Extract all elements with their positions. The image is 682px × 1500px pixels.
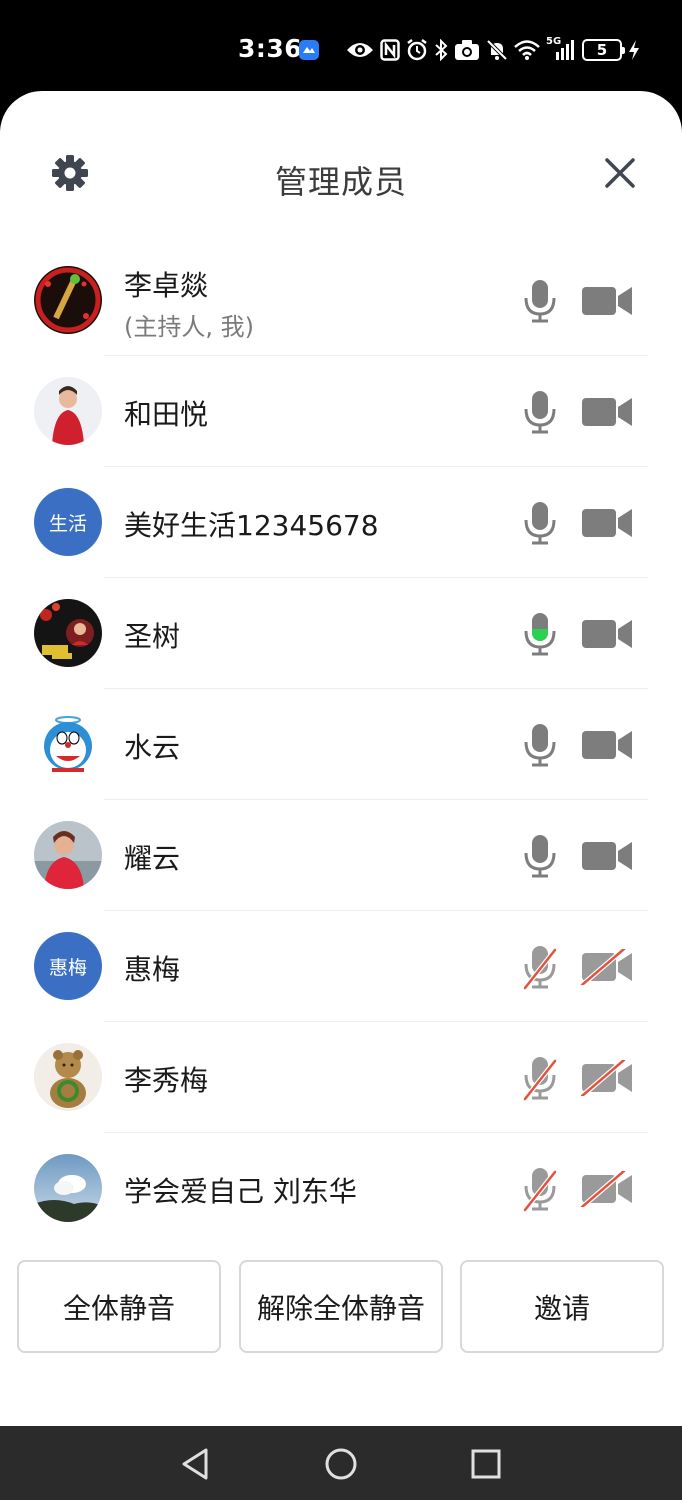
wifi-icon xyxy=(514,39,540,61)
bluetooth-icon xyxy=(434,39,448,61)
mute-notification-icon xyxy=(486,39,508,61)
app-notification-icon xyxy=(298,39,320,61)
member-role: (主持人, 我) xyxy=(124,313,254,341)
back-icon xyxy=(182,1448,208,1480)
member-name: 李秀梅 xyxy=(124,1064,209,1097)
member-camera-toggle[interactable] xyxy=(580,947,634,987)
member-avatar xyxy=(34,1043,102,1111)
close-button[interactable] xyxy=(602,155,638,191)
member-row[interactable]: 圣树 xyxy=(0,578,682,689)
member-row[interactable]: 李卓燚 (主持人, 我) xyxy=(0,245,682,356)
recents-icon xyxy=(471,1449,501,1479)
microphone-icon xyxy=(524,502,556,545)
member-avatar xyxy=(34,710,102,778)
status-bar: 3:36 5G 5 xyxy=(0,0,682,100)
member-name: 和田悦 xyxy=(124,398,209,431)
member-camera-toggle[interactable] xyxy=(580,394,634,430)
member-row[interactable]: 惠梅 惠梅 xyxy=(0,911,682,1022)
member-avatar xyxy=(34,821,102,889)
member-camera-toggle[interactable] xyxy=(580,505,634,541)
member-mic-toggle[interactable] xyxy=(522,500,558,546)
member-camera-toggle[interactable] xyxy=(580,1058,634,1098)
microphone-icon xyxy=(524,613,556,656)
status-time: 3:36 xyxy=(238,34,303,63)
video-camera-icon xyxy=(582,842,632,870)
member-mic-toggle[interactable] xyxy=(522,278,558,324)
video-off-icon xyxy=(580,1169,632,1209)
member-mic-toggle[interactable] xyxy=(522,722,558,768)
video-off-icon xyxy=(580,1058,632,1098)
battery-icon: 5 xyxy=(582,39,625,61)
member-name: 圣树 xyxy=(124,620,181,653)
recents-button[interactable] xyxy=(466,1444,506,1484)
page-title: 管理成员 xyxy=(274,163,407,201)
member-mic-toggle[interactable] xyxy=(522,611,558,657)
member-name: 耀云 xyxy=(124,842,181,875)
invite-button[interactable]: 邀请 xyxy=(460,1260,664,1353)
video-camera-icon xyxy=(582,509,632,537)
sheet-header: 管理成员 xyxy=(0,91,682,241)
member-mic-toggle[interactable] xyxy=(522,389,558,435)
member-avatar: 惠梅 xyxy=(34,932,102,1000)
microphone-icon xyxy=(524,835,556,878)
member-avatar: 生活 xyxy=(34,488,102,556)
video-camera-icon xyxy=(582,731,632,759)
home-icon xyxy=(325,1448,357,1480)
close-icon xyxy=(605,158,635,188)
member-mic-toggle[interactable] xyxy=(522,1166,558,1212)
video-camera-icon xyxy=(582,398,632,426)
member-row[interactable]: 李秀梅 xyxy=(0,1022,682,1133)
member-name: 惠梅 xyxy=(124,953,181,986)
member-camera-toggle[interactable] xyxy=(580,283,634,319)
microphone-off-icon xyxy=(523,1057,557,1101)
member-mic-toggle[interactable] xyxy=(522,944,558,990)
member-avatar xyxy=(34,266,102,334)
member-name: 水云 xyxy=(124,731,181,764)
mute-all-button[interactable]: 全体静音 xyxy=(17,1260,221,1353)
microphone-off-icon xyxy=(523,1168,557,1212)
member-name: 学会爱自己 刘东华 xyxy=(124,1175,357,1208)
navigation-bar xyxy=(0,1426,682,1500)
member-camera-toggle[interactable] xyxy=(580,616,634,652)
member-avatar xyxy=(34,1154,102,1222)
charging-icon xyxy=(628,39,640,61)
status-icons: 5G 5 xyxy=(298,36,640,64)
video-off-icon xyxy=(580,947,632,987)
member-row[interactable]: 生活 美好生活12345678 xyxy=(0,467,682,578)
back-button[interactable] xyxy=(176,1444,216,1484)
member-row[interactable]: 水云 xyxy=(0,689,682,800)
unmute-all-button[interactable]: 解除全体静音 xyxy=(239,1260,443,1353)
member-camera-toggle[interactable] xyxy=(580,838,634,874)
microphone-icon xyxy=(524,280,556,323)
home-button[interactable] xyxy=(321,1444,361,1484)
member-row[interactable]: 学会爱自己 刘东华 xyxy=(0,1133,682,1244)
member-name: 美好生活12345678 xyxy=(124,509,379,542)
avatar-text: 惠梅 xyxy=(48,956,87,979)
avatar-text: 生活 xyxy=(48,512,87,535)
member-name: 李卓燚 xyxy=(124,269,209,302)
video-camera-icon xyxy=(582,620,632,648)
microphone-off-icon xyxy=(523,946,557,990)
nfc-icon xyxy=(380,39,400,61)
alarm-icon xyxy=(406,39,428,61)
member-list: 李卓燚 (主持人, 我) 和田悦生活 美好生活12345678 圣树水云耀云惠梅 惠梅李秀… xyxy=(0,245,682,1244)
member-avatar xyxy=(34,599,102,667)
eye-comfort-icon xyxy=(346,40,374,60)
microphone-icon xyxy=(524,391,556,434)
member-row[interactable]: 和田悦 xyxy=(0,356,682,467)
member-avatar xyxy=(34,377,102,445)
manage-members-sheet: 管理成员 李卓燚 (主持人, 我) 和田悦生活 美好生活12345678 圣树水云耀云惠… xyxy=(0,91,682,1426)
camera-icon xyxy=(454,39,480,61)
member-mic-toggle[interactable] xyxy=(522,833,558,879)
signal-icon: 5G xyxy=(546,36,576,62)
member-camera-toggle[interactable] xyxy=(580,1169,634,1209)
member-mic-toggle[interactable] xyxy=(522,1055,558,1101)
video-camera-icon xyxy=(582,287,632,315)
member-camera-toggle[interactable] xyxy=(580,727,634,763)
member-row[interactable]: 耀云 xyxy=(0,800,682,911)
microphone-icon xyxy=(524,724,556,767)
action-bar: 全体静音 解除全体静音 邀请 xyxy=(0,1260,682,1354)
